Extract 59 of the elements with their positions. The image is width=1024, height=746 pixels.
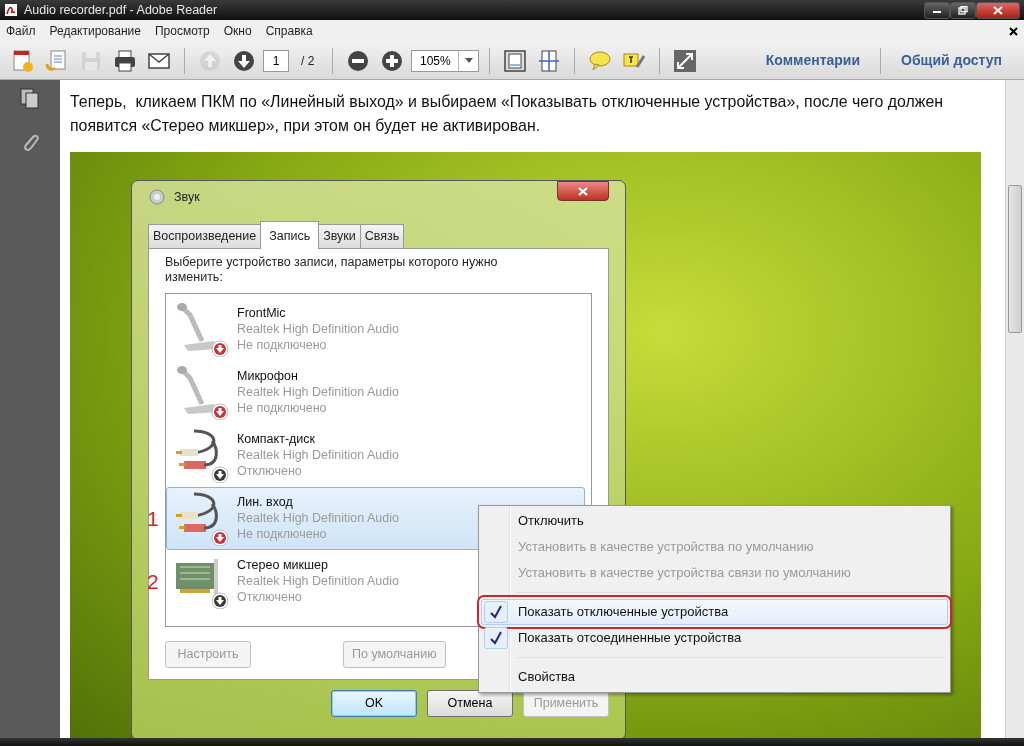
dialog-tab[interactable]: Воспроизведение [148, 224, 262, 248]
device-driver: Realtek High Definition Audio [237, 384, 399, 401]
close-icon[interactable] [993, 5, 1003, 15]
device-status: Отключено [237, 589, 303, 606]
device-name: Микрофон [237, 368, 299, 385]
device-status: Не подключено [237, 337, 328, 354]
fit-page-icon[interactable] [502, 47, 529, 74]
scrollbar-thumb[interactable] [1008, 185, 1022, 333]
device-driver: Realtek High Definition Audio [237, 447, 399, 464]
create-pdf-icon[interactable] [10, 47, 36, 74]
close-icon[interactable] [578, 186, 588, 196]
close-button[interactable] [976, 1, 1020, 19]
pdf-app-icon [4, 3, 18, 17]
device-row[interactable]: Микрофон Realtek High Definition Audio Не подключено [166, 360, 585, 424]
device-driver: Realtek High Definition Audio [237, 573, 399, 590]
instruction-text: Выберите устройство записи, параметры которого нужно изменить: [165, 254, 499, 285]
dialog-button[interactable]: OK [331, 689, 417, 717]
device-name: Лин. вход [237, 494, 294, 511]
menu-item[interactable]: Просмотр [154, 22, 210, 40]
dialog-close-button[interactable] [557, 181, 609, 201]
context-menu-item[interactable]: Отключить [481, 508, 948, 534]
menu-item[interactable]: Окно [223, 22, 252, 40]
device-row[interactable]: FrontMic Realtek High Definition Audio Не подключено [166, 297, 585, 361]
panel-link[interactable]: Общий доступ [887, 50, 1016, 71]
zoom-combobox[interactable]: 105% [411, 49, 480, 72]
restore-icon[interactable] [958, 5, 968, 15]
device-name: Стерео микшер [237, 557, 329, 574]
annotation-number: 1 [147, 505, 159, 532]
restore-button[interactable] [950, 1, 976, 19]
expand-arrows-icon[interactable] [672, 47, 699, 74]
device-name: Компакт-диск [237, 431, 317, 448]
device-name: FrontMic [237, 305, 287, 322]
device-driver: Realtek High Definition Audio [237, 510, 399, 527]
menu-item[interactable]: Файл [6, 22, 36, 40]
window-title: Audio recorder.pdf - Adobe Reader [24, 1, 218, 19]
device-row[interactable]: Компакт-диск Realtek High Definition Audio Отключено [166, 423, 585, 487]
page-number-field[interactable]: 1 [263, 49, 289, 72]
caret-icon[interactable] [464, 58, 473, 63]
annotation-number: 2 [147, 568, 159, 595]
menu-item[interactable]: Справка [265, 22, 313, 40]
device-status: Не подключено [237, 526, 328, 543]
device-driver: Realtek High Definition Audio [237, 321, 399, 338]
document-paragraph: Теперь, кликаем ПКМ по «Линейный выход» и выбираем «Показывать отключенные устройства», после чего должен появится «Стерео микшер», при этом он будет не активирован. [70, 92, 945, 136]
dialog-tab[interactable]: Запись [260, 221, 320, 249]
dialog-tab[interactable]: Звуки [318, 224, 361, 248]
device-status: Не подключено [237, 400, 328, 417]
dialog-tab[interactable]: Связь [359, 224, 405, 248]
pages-panel-icon[interactable] [20, 88, 40, 110]
minimize-button[interactable] [924, 1, 950, 19]
context-menu-item[interactable]: Свойства [481, 664, 948, 690]
panel-link[interactable]: Комментарии [751, 50, 875, 71]
dialog-title: Звук [174, 188, 200, 206]
menu-item[interactable]: Редактирование [49, 22, 141, 40]
printer-icon[interactable] [112, 47, 138, 74]
context-menu-item[interactable]: Показать отсоединенные устройства [481, 625, 948, 651]
scrollbar[interactable] [1005, 80, 1024, 738]
dialog-button[interactable]: Отмена [427, 689, 513, 717]
device-status: Отключено [237, 463, 303, 480]
page-count: / 2 [301, 52, 315, 70]
